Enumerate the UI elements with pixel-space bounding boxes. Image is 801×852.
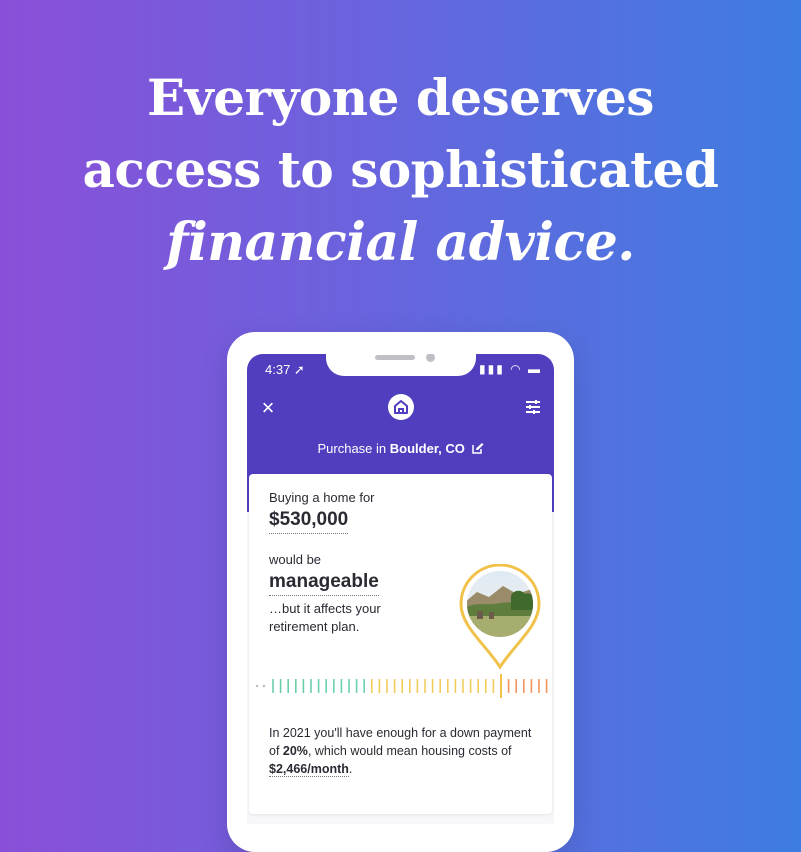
meter-dot	[262, 684, 266, 688]
summary-text: In 2021 you'll have enough for a down pa…	[269, 724, 539, 778]
affects-line-1: …but it affects your	[269, 601, 381, 616]
close-button[interactable]: ×	[257, 395, 279, 420]
edit-icon[interactable]	[471, 442, 484, 454]
battery-icon: ▬	[528, 362, 542, 376]
phone-mockup: 4:37 ➚ ▮▮▮ ◠ ▬ × Purchase in Boulder, CO…	[227, 332, 574, 852]
location-prefix: Purchase in	[317, 441, 387, 456]
home-icon	[394, 400, 408, 414]
intro-text: Buying a home for	[269, 490, 375, 505]
signal-icon: ▮▮▮	[479, 362, 505, 376]
down-payment-percent: 20%	[282, 744, 308, 758]
location-line: Purchase in Boulder, CO	[247, 441, 554, 456]
monthly-cost[interactable]: $2,466/month	[269, 762, 349, 777]
phone-screen: 4:37 ➚ ▮▮▮ ◠ ▬ × Purchase in Boulder, CO…	[247, 354, 554, 824]
summary-part-2: , which would mean housing costs of	[307, 744, 512, 758]
affordability-card: Buying a home for $530,000 would be mana…	[249, 474, 552, 814]
speaker	[375, 355, 415, 360]
wifi-icon: ◠	[510, 362, 523, 376]
assessment[interactable]: manageable	[269, 571, 379, 596]
home-photo-pin	[459, 564, 541, 670]
close-icon: ×	[261, 395, 275, 420]
sliders-icon	[526, 400, 540, 414]
summary-part-3: .	[348, 762, 353, 776]
headline-line-3: financial advice.	[166, 212, 635, 273]
affects-line-2: retirement plan.	[269, 619, 360, 634]
headline-line-1: Everyone deserves	[147, 68, 654, 127]
filters-button[interactable]	[524, 398, 542, 416]
home-price[interactable]: $530,000	[269, 509, 349, 534]
headline: Everyone deserves access to sophisticate…	[0, 62, 801, 280]
status-time: 4:37 ➚	[265, 362, 305, 377]
headline-line-2: access to sophisticated	[82, 140, 719, 199]
phone-notch	[326, 354, 476, 376]
affordability-meter	[255, 674, 548, 698]
location-place[interactable]: Boulder, CO	[390, 441, 465, 456]
would-be-text: would be	[269, 552, 322, 567]
camera	[426, 354, 435, 362]
meter-dot	[255, 684, 259, 688]
home-button[interactable]	[388, 394, 414, 420]
status-icons: ▮▮▮ ◠ ▬	[479, 362, 542, 376]
